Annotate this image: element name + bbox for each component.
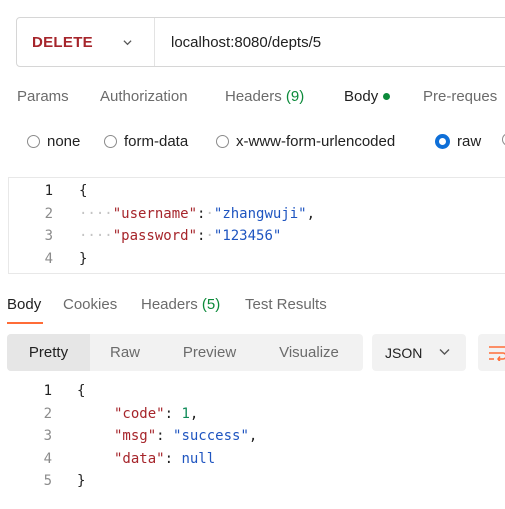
format-label: JSON (385, 344, 423, 361)
view-preview-button[interactable]: Preview (167, 334, 252, 371)
request-url-bar: DELETE localhost:8080/depts/5 (16, 17, 505, 67)
wrap-lines-button[interactable] (478, 334, 505, 371)
request-body-editor[interactable]: 1 2 3 4 { ····"username":·"zhangwuji", ·… (8, 177, 505, 274)
active-tab-underline (7, 322, 43, 324)
radio-none-label: none (47, 133, 81, 150)
view-pretty-button[interactable]: Pretty (7, 334, 90, 371)
line-number: 3 (43, 428, 52, 444)
view-visualize-button[interactable]: Visualize (255, 334, 363, 371)
view-raw-button[interactable]: Raw (94, 334, 156, 371)
line-number: 1 (43, 383, 52, 399)
tab-response-headers-count: (5) (201, 296, 221, 313)
tab-test-results[interactable]: Test Results (245, 296, 327, 313)
radio-form-data-label: form-data (124, 133, 189, 150)
code-brace-open: { (77, 383, 86, 399)
tab-prerequest[interactable]: Pre-reques (423, 88, 497, 105)
chevron-down-icon (123, 39, 132, 45)
tab-body-label: Body (344, 88, 379, 105)
code-line-data: "data": null (114, 451, 216, 467)
tab-body[interactable]: Body (344, 88, 391, 105)
tab-response-headers-label: Headers (141, 296, 198, 313)
radio-none[interactable]: none (27, 133, 80, 150)
code-brace-close: } (79, 251, 88, 267)
tab-cookies[interactable]: Cookies (63, 296, 117, 313)
tab-headers-label: Headers (225, 88, 282, 105)
line-number: 2 (44, 206, 53, 222)
line-number: 1 (44, 183, 53, 199)
radio-circle-icon (216, 135, 229, 148)
code-brace-close: } (77, 473, 86, 489)
request-tabs: Params Authorization Headers (9) Body Pr… (17, 88, 505, 110)
radio-circle-icon (104, 135, 117, 148)
tab-authorization[interactable]: Authorization (100, 88, 188, 105)
line-number: 3 (44, 228, 53, 244)
code-line-password: ····"password":·"123456" (79, 228, 282, 244)
body-modified-dot-icon (383, 92, 391, 100)
line-number: 4 (43, 451, 52, 467)
method-select[interactable]: DELETE (17, 18, 155, 66)
radio-raw[interactable]: raw (435, 133, 481, 150)
chevron-down-icon (439, 349, 450, 355)
url-input[interactable]: localhost:8080/depts/5 (171, 34, 321, 51)
code-line-msg: "msg": "success", (114, 428, 258, 444)
response-tabs: Body Cookies Headers (5) Test Results (7, 296, 505, 318)
tab-response-headers[interactable]: Headers (5) (141, 296, 220, 313)
wrap-lines-icon (489, 346, 505, 361)
radio-raw-label: raw (457, 133, 482, 150)
code-brace-open: { (79, 183, 88, 199)
line-number: 4 (44, 251, 53, 267)
tab-headers[interactable]: Headers (9) (225, 88, 304, 105)
response-body-viewer[interactable]: 1 2 3 4 5 { "code": 1, "msg": "success",… (0, 380, 505, 495)
radio-form-data[interactable]: form-data (104, 133, 188, 150)
radio-urlencoded-label: x-www-form-urlencoded (236, 133, 396, 150)
tab-params[interactable]: Params (17, 88, 69, 105)
method-label: DELETE (32, 33, 93, 51)
code-line-username: ····"username":·"zhangwuji", (79, 206, 316, 222)
tab-response-body[interactable]: Body (7, 296, 41, 313)
format-select[interactable]: JSON (372, 334, 466, 371)
radio-checked-icon (435, 134, 450, 149)
body-type-radios: none form-data x-www-form-urlencoded raw (27, 133, 505, 153)
view-mode-toggle: Pretty Raw Preview Visualize (7, 334, 363, 371)
line-number: 2 (43, 406, 52, 422)
radio-urlencoded[interactable]: x-www-form-urlencoded (216, 133, 395, 150)
code-line-code: "code": 1, (114, 406, 199, 422)
tab-headers-count: (9) (285, 88, 305, 105)
radio-circle-icon (27, 135, 40, 148)
line-number: 5 (43, 473, 52, 489)
